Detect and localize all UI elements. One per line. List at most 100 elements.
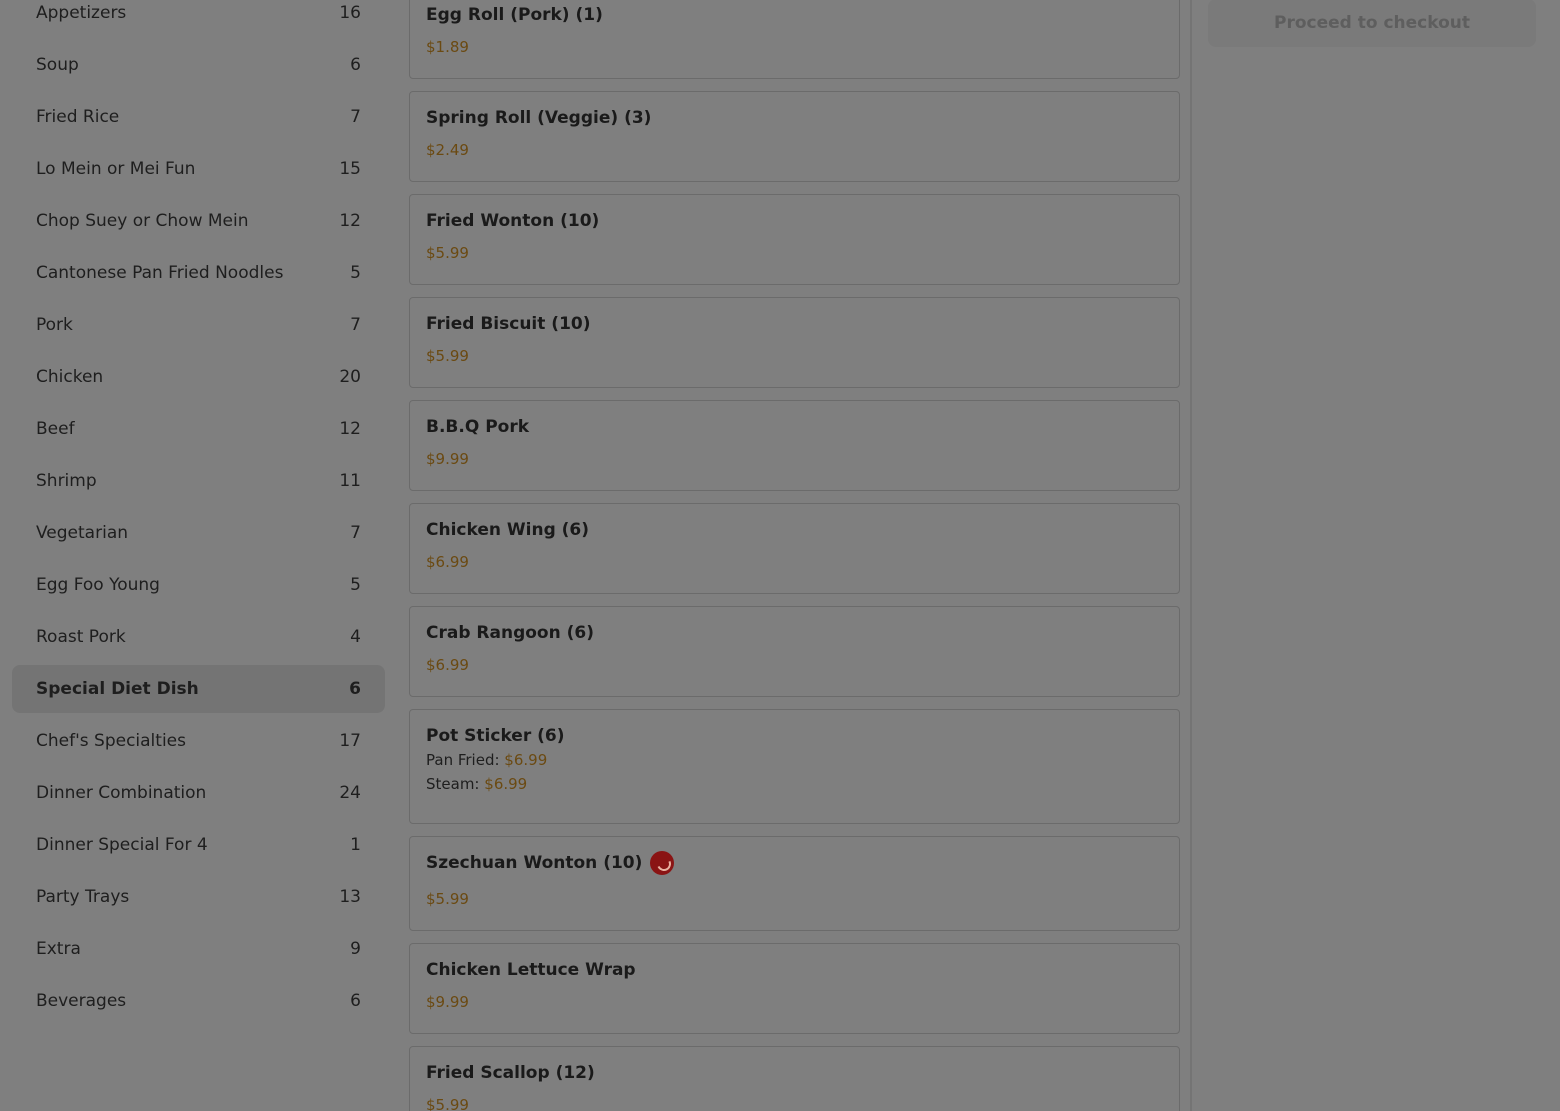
- category-label: Fried Rice: [36, 107, 120, 127]
- menu-item-card[interactable]: B.B.Q Pork $9.99: [409, 400, 1180, 491]
- category-label: Roast Pork: [36, 627, 126, 647]
- category-sidebar: Appetizers 16 Soup 6 Fried Rice 7 Lo Mei…: [12, 0, 385, 1029]
- menu-item-price: $9.99: [426, 450, 469, 468]
- menu-item-name: Fried Scallop (12): [426, 1063, 595, 1083]
- option-price: $6.99: [484, 775, 528, 793]
- menu-item-name: B.B.Q Pork: [426, 417, 530, 437]
- menu-item-price: $1.89: [426, 38, 469, 56]
- column-divider: [1190, 0, 1192, 1111]
- category-item-extra[interactable]: Extra 9: [12, 925, 385, 973]
- menu-item-name: Egg Roll (Pork) (1): [426, 5, 603, 25]
- menu-item-name-row: Szechuan Wonton (10): [426, 851, 1163, 875]
- proceed-to-checkout-button[interactable]: Proceed to checkout: [1208, 0, 1536, 47]
- category-label: Chop Suey or Chow Mein: [36, 211, 249, 231]
- menu-item-name: Fried Wonton (10): [426, 211, 600, 231]
- chili-icon: [650, 851, 675, 875]
- menu-item-price: $5.99: [426, 1096, 469, 1111]
- category-item-shrimp[interactable]: Shrimp 11: [12, 457, 385, 505]
- category-count: 15: [339, 159, 361, 179]
- menu-item-card[interactable]: Spring Roll (Veggie) (3) $2.49: [409, 91, 1180, 182]
- category-label: Special Diet Dish: [36, 679, 199, 699]
- category-item-party-trays[interactable]: Party Trays 13: [12, 873, 385, 921]
- category-count: 12: [339, 419, 361, 439]
- category-count: 20: [339, 367, 361, 387]
- menu-item-card[interactable]: Chicken Wing (6) $6.99: [409, 503, 1180, 594]
- menu-item-name: Crab Rangoon (6): [426, 623, 594, 643]
- category-count: 24: [339, 783, 361, 803]
- category-item-special-diet-dish[interactable]: Special Diet Dish 6: [12, 665, 385, 713]
- category-label: Soup: [36, 55, 79, 75]
- category-item-chicken[interactable]: Chicken 20: [12, 353, 385, 401]
- menu-item-price: $6.99: [426, 656, 469, 674]
- category-count: 7: [350, 107, 361, 127]
- category-label: Dinner Combination: [36, 783, 207, 803]
- menu-item-card[interactable]: Crab Rangoon (6) $6.99: [409, 606, 1180, 697]
- category-item-beverages[interactable]: Beverages 6: [12, 977, 385, 1025]
- category-label: Beef: [36, 419, 75, 439]
- menu-item-price: $5.99: [426, 244, 469, 262]
- menu-item-price: $5.99: [426, 890, 469, 908]
- category-label: Party Trays: [36, 887, 130, 907]
- category-count: 6: [350, 991, 361, 1011]
- category-count: 4: [350, 627, 361, 647]
- option-label: Steam:: [426, 775, 480, 793]
- category-count: 13: [339, 887, 361, 907]
- menu-item-card[interactable]: Egg Roll (Pork) (1) $1.89: [409, 0, 1180, 79]
- category-label: Extra: [36, 939, 81, 959]
- category-item-roast-pork[interactable]: Roast Pork 4: [12, 613, 385, 661]
- category-label: Lo Mein or Mei Fun: [36, 159, 196, 179]
- category-item-dinner-special-for-4[interactable]: Dinner Special For 4 1: [12, 821, 385, 869]
- category-label: Egg Foo Young: [36, 575, 160, 595]
- menu-item-price: $6.99: [426, 553, 469, 571]
- option-label: Pan Fried:: [426, 751, 500, 769]
- category-label: Vegetarian: [36, 523, 129, 543]
- option-price: $6.99: [504, 751, 548, 769]
- category-count: 7: [350, 315, 361, 335]
- category-count: 7: [350, 523, 361, 543]
- category-label: Cantonese Pan Fried Noodles: [36, 263, 284, 283]
- category-label: Beverages: [36, 991, 127, 1011]
- menu-item-list: Egg Roll (Pork) (1) $1.89 Spring Roll (V…: [409, 0, 1180, 1111]
- menu-item-name: Chicken Lettuce Wrap: [426, 960, 636, 980]
- category-item-vegetarian[interactable]: Vegetarian 7: [12, 509, 385, 557]
- category-item-fried-rice[interactable]: Fried Rice 7: [12, 93, 385, 141]
- category-item-cantonese-pan-fried-noodles[interactable]: Cantonese Pan Fried Noodles 5: [12, 249, 385, 297]
- category-count: 16: [339, 3, 361, 23]
- menu-page: Appetizers 16 Soup 6 Fried Rice 7 Lo Mei…: [0, 0, 1560, 1111]
- category-item-soup[interactable]: Soup 6: [12, 41, 385, 89]
- category-count: 12: [339, 211, 361, 231]
- menu-item-option: Steam: $6.99: [426, 772, 1163, 796]
- menu-item-card[interactable]: Fried Biscuit (10) $5.99: [409, 297, 1180, 388]
- menu-item-card[interactable]: Chicken Lettuce Wrap $9.99: [409, 943, 1180, 1034]
- menu-item-price: $9.99: [426, 993, 469, 1011]
- category-label: Chef's Specialties: [36, 731, 186, 751]
- category-item-chop-suey[interactable]: Chop Suey or Chow Mein 12: [12, 197, 385, 245]
- category-count: 9: [350, 939, 361, 959]
- category-item-egg-foo-young[interactable]: Egg Foo Young 5: [12, 561, 385, 609]
- menu-item-name: Fried Biscuit (10): [426, 314, 591, 334]
- category-item-dinner-combination[interactable]: Dinner Combination 24: [12, 769, 385, 817]
- category-label: Shrimp: [36, 471, 97, 491]
- menu-item-name: Spring Roll (Veggie) (3): [426, 108, 652, 128]
- category-count: 6: [350, 55, 361, 75]
- category-item-beef[interactable]: Beef 12: [12, 405, 385, 453]
- category-item-pork[interactable]: Pork 7: [12, 301, 385, 349]
- category-count: 6: [349, 679, 361, 699]
- category-count: 17: [339, 731, 361, 751]
- menu-item-card[interactable]: Szechuan Wonton (10) $5.99: [409, 836, 1180, 931]
- menu-item-name: Chicken Wing (6): [426, 520, 590, 540]
- category-count: 11: [339, 471, 361, 491]
- category-label: Chicken: [36, 367, 104, 387]
- menu-item-card[interactable]: Fried Scallop (12) $5.99: [409, 1046, 1180, 1111]
- category-item-lo-mein[interactable]: Lo Mein or Mei Fun 15: [12, 145, 385, 193]
- menu-item-name: Pot Sticker (6): [426, 726, 565, 746]
- category-count: 1: [350, 835, 361, 855]
- menu-item-price: $2.49: [426, 141, 469, 159]
- category-label: Dinner Special For 4: [36, 835, 208, 855]
- category-item-chefs-specialties[interactable]: Chef's Specialties 17: [12, 717, 385, 765]
- category-count: 5: [350, 575, 361, 595]
- menu-item-card[interactable]: Fried Wonton (10) $5.99: [409, 194, 1180, 285]
- menu-item-card[interactable]: Pot Sticker (6) Pan Fried: $6.99 Steam: …: [409, 709, 1180, 824]
- category-item-appetizers[interactable]: Appetizers 16: [12, 0, 385, 37]
- category-label: Pork: [36, 315, 73, 335]
